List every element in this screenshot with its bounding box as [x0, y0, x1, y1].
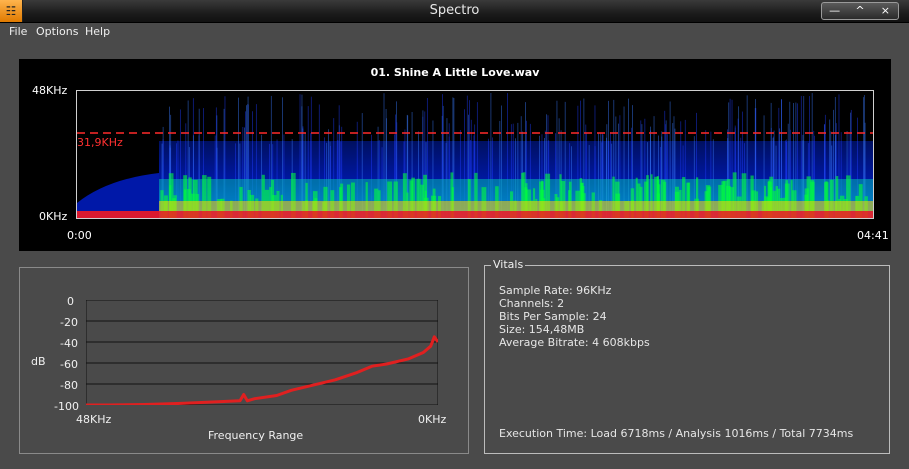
y-tick-label: 0 [67, 295, 74, 308]
time-start-label: 0:00 [67, 229, 92, 242]
menu-options[interactable]: Options [36, 25, 78, 38]
y-tick-label: -60 [60, 358, 78, 371]
vitals-legend: Vitals [491, 258, 526, 271]
x-tick-label: 0KHz [418, 413, 447, 426]
y-tick-label: -40 [60, 337, 78, 350]
sample-rate: Sample Rate: 96KHz [499, 284, 612, 297]
channels: Channels: 2 [499, 297, 565, 310]
bits-per-sample: Bits Per Sample: 24 [499, 310, 607, 323]
average-bitrate: Average Bitrate: 4 608kbps [499, 336, 650, 349]
spectrogram-graphic [77, 93, 873, 218]
freq-top-label: 48KHz [32, 84, 68, 97]
file-name: 01. Shine A Little Love.wav [370, 66, 540, 79]
cutoff-label: 31,9KHz [77, 136, 123, 149]
db-chart-panel: 0 -20 -40 -60 -80 -100 dB 48KHz 0KHz Fre… [19, 267, 469, 454]
close-button[interactable]: × [873, 3, 898, 19]
main-window: ☷ Spectro — ^ × File Options Help 01. Sh… [0, 0, 909, 469]
menu-bar: File Options Help [0, 23, 909, 41]
window-title: Spectro [429, 3, 480, 18]
title-bar[interactable]: ☷ Spectro — ^ × [0, 0, 909, 23]
y-axis-label: dB [31, 355, 46, 368]
db-series-line [86, 335, 438, 405]
freq-bottom-label: 0KHz [39, 210, 68, 223]
plot-frame [86, 300, 438, 405]
spectrogram-panel: 01. Shine A Little Love.wav 48KHz 0KHz 0… [19, 59, 891, 251]
time-end-label: 04:41 [857, 229, 889, 242]
high-energy-band [159, 201, 873, 211]
y-tick-label: -100 [54, 400, 79, 413]
spectrogram-view[interactable]: 31,9KHz [76, 90, 874, 219]
size: Size: 154,48MB [499, 323, 585, 336]
maximize-button[interactable]: ^ [847, 3, 872, 19]
vitals-group: Vitals Sample Rate: 96KHz Channels: 2 Bi… [484, 258, 890, 454]
menu-help[interactable]: Help [85, 25, 110, 38]
minimize-button[interactable]: — [822, 3, 847, 19]
menu-file[interactable]: File [9, 25, 27, 38]
execution-time: Execution Time: Load 6718ms / Analysis 1… [499, 427, 854, 440]
window-controls: — ^ × [821, 2, 899, 20]
peak-band [77, 211, 873, 218]
y-tick-label: -20 [60, 316, 78, 329]
y-tick-label: -80 [60, 379, 78, 392]
x-axis-label: Frequency Range [208, 429, 304, 442]
db-line-chart [86, 300, 438, 405]
x-tick-label: 48KHz [76, 413, 112, 426]
